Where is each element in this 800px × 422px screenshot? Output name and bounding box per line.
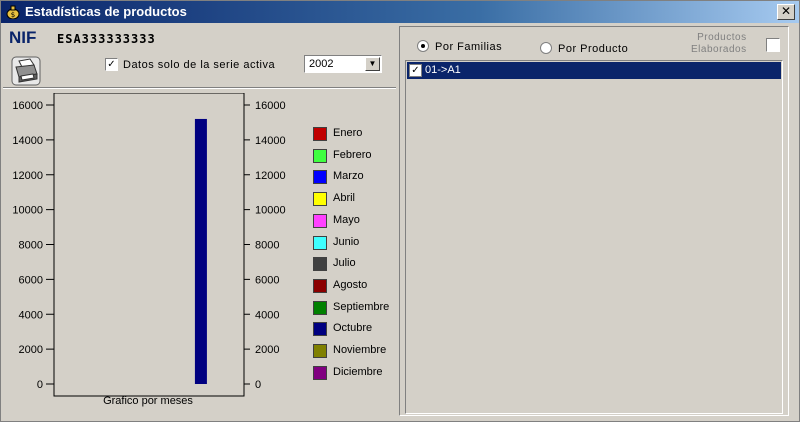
x-axis-label: Grafico por meses xyxy=(103,395,193,407)
close-icon: ✕ xyxy=(780,4,792,18)
legend-label: Noviembre xyxy=(333,344,387,356)
legend-swatch xyxy=(313,365,327,380)
legend-swatch xyxy=(313,300,327,315)
por-familias-label: Por Familias xyxy=(435,41,503,53)
bar-octubre xyxy=(194,118,207,384)
y-tick-label-right: 4000 xyxy=(255,309,279,321)
plot-area xyxy=(53,93,245,397)
close-button[interactable]: ✕ xyxy=(777,4,795,20)
legend-label: Septiembre xyxy=(333,300,390,313)
legend-swatch xyxy=(313,322,327,337)
nif-label: NIF xyxy=(9,28,37,47)
list-item-checkbox[interactable]: ✓ xyxy=(409,64,422,77)
active-series-checkbox[interactable]: ✓ xyxy=(105,58,118,71)
legend-label: Agosto xyxy=(333,278,368,291)
money-bag-icon: $ xyxy=(6,5,20,19)
y-tick-label-right: 14000 xyxy=(255,135,286,147)
y-tick-label-right: 8000 xyxy=(255,240,279,252)
legend-swatch xyxy=(313,192,327,207)
legend-label: Julio xyxy=(333,257,356,270)
y-tick-label-left: 14000 xyxy=(12,135,43,147)
y-tick-label-right: 6000 xyxy=(255,274,279,286)
legend-swatch xyxy=(313,127,327,141)
y-tick-label-right: 2000 xyxy=(255,344,279,356)
y-tick-label-right: 16000 xyxy=(255,100,286,112)
y-tick-label-left: 6000 xyxy=(19,274,43,286)
legend-swatch xyxy=(313,235,327,250)
legend-swatch xyxy=(313,278,327,293)
nif-value: ESA333333333 xyxy=(57,32,156,46)
list-item-label: 01->A1 xyxy=(425,64,461,76)
title-bar[interactable]: $ Estadísticas de productos ✕ xyxy=(1,1,799,23)
por-producto-radio[interactable] xyxy=(540,42,552,54)
window-title: Estadísticas de productos xyxy=(25,4,187,19)
legend-label: Abril xyxy=(333,192,356,205)
list-item[interactable]: ✓ 01->A1 xyxy=(407,62,781,79)
legend-swatch xyxy=(313,148,327,163)
legend-label: Enero xyxy=(333,127,363,139)
legend-label: Junio xyxy=(333,235,360,248)
active-series-label: Datos solo de la serie activa xyxy=(123,59,276,71)
productos-elaborados-line2: Elaborados xyxy=(691,44,747,55)
legend-label: Diciembre xyxy=(333,365,383,378)
legend-swatch xyxy=(313,344,327,358)
y-tick-label-right: 0 xyxy=(255,379,261,391)
legend-label: Octubre xyxy=(333,322,373,335)
chevron-down-icon[interactable]: ▼ xyxy=(365,57,380,71)
legend-swatch xyxy=(313,213,327,228)
year-select[interactable]: 2002 ▼ xyxy=(304,55,382,73)
legend-swatch xyxy=(313,257,327,272)
y-tick-label-left: 12000 xyxy=(12,170,43,182)
legend-label: Febrero xyxy=(333,148,372,161)
y-tick-label-right: 12000 xyxy=(255,170,286,182)
family-list[interactable]: ✓ 01->A1 xyxy=(405,60,783,414)
legend-swatch xyxy=(313,170,327,185)
y-tick-label-left: 10000 xyxy=(12,205,43,217)
y-tick-label-left: 2000 xyxy=(19,344,43,356)
y-tick-label-right: 10000 xyxy=(255,205,286,217)
printer-icon[interactable] xyxy=(10,55,42,87)
legend-label: Marzo xyxy=(333,170,364,183)
radio-selected-dot xyxy=(421,44,425,48)
y-tick-label-left: 0 xyxy=(37,379,43,391)
por-familias-radio[interactable] xyxy=(417,40,429,52)
legend-label: Mayo xyxy=(333,213,360,226)
productos-elaborados-line1: Productos xyxy=(697,32,747,43)
statistics-window: $ Estadísticas de productos ✕ NIF ESA333… xyxy=(0,0,800,422)
por-producto-label: Por Producto xyxy=(558,43,629,55)
year-select-value: 2002 xyxy=(309,58,334,70)
y-tick-label-left: 8000 xyxy=(19,240,43,252)
divider xyxy=(3,87,396,89)
svg-text:$: $ xyxy=(11,11,15,19)
y-tick-label-left: 16000 xyxy=(12,100,43,112)
y-tick-label-left: 4000 xyxy=(19,309,43,321)
productos-elaborados-checkbox[interactable] xyxy=(766,38,780,52)
productos-elaborados-label: Productos Elaborados xyxy=(691,32,747,56)
